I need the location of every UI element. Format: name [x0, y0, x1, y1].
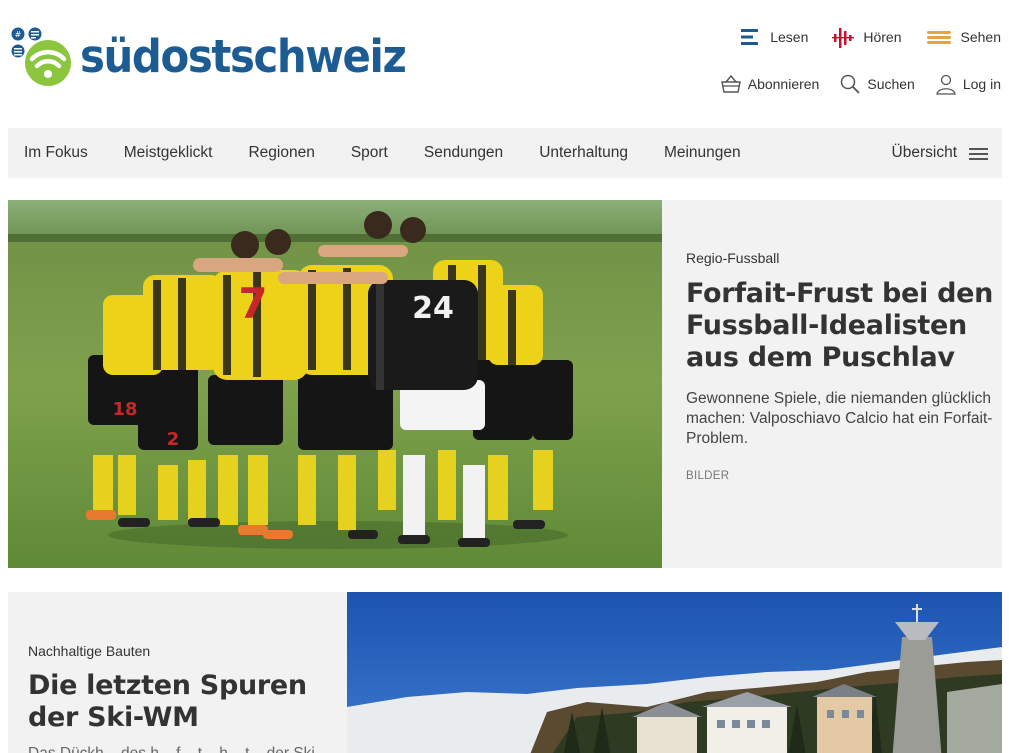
headline-line: Die letzten Spuren	[28, 670, 307, 701]
login-label: Log in	[962, 76, 1001, 92]
second-article-kicker: Nachhaltige Bauten	[28, 643, 151, 659]
lead-article-lead: Gewonnene Spiele, die niemanden glücklic…	[686, 390, 993, 448]
media-nav: Lesen Hören Sehen	[715, 22, 1001, 52]
nav-lesen[interactable]: Lesen	[739, 26, 808, 48]
nav-hoeren[interactable]: Hören	[832, 26, 902, 48]
nav-unterhaltung[interactable]: Unterhaltung	[523, 144, 628, 162]
nav-sehen[interactable]: Sehen	[926, 26, 1001, 48]
jersey-number-7: 7	[238, 279, 267, 328]
listen-icon	[832, 26, 855, 48]
article-photo-davos-landscape	[347, 592, 1002, 753]
nav-im-fokus[interactable]: Im Fokus	[8, 144, 88, 162]
jersey-number-18: 18	[112, 399, 137, 420]
lead-article-headline[interactable]: Forfait-Frust bei den Fussball-Idealiste…	[686, 278, 1006, 374]
lead-article-kicker: Regio-Fussball	[686, 250, 780, 266]
lead-article-tag: BILDER	[686, 470, 730, 482]
second-article-headline[interactable]: Die letzten Spuren der Ski-WM	[28, 670, 328, 734]
nav-sehen-label: Sehen	[960, 29, 1001, 45]
nav-lesen-label: Lesen	[770, 29, 809, 45]
jersey-number-24: 24	[412, 291, 454, 326]
headline-line: aus dem Puschlav	[686, 341, 955, 373]
utility-nav: Abonnieren Suchen Log in	[700, 70, 1001, 98]
hamburger-icon	[969, 147, 988, 160]
main-navigation: Im Fokus Meistgeklickt Regionen Sport Se…	[8, 128, 1002, 178]
logo-wordmark: südostschweiz	[80, 30, 407, 83]
nav-meistgeklickt[interactable]: Meistgeklickt	[108, 144, 213, 162]
jersey-number-2: 2	[167, 429, 180, 450]
article-photo-football-huddle: 24 18 2 7	[8, 200, 662, 568]
headline-line: Fussball-Idealisten	[686, 309, 967, 341]
nav-sport[interactable]: Sport	[335, 144, 388, 162]
overview-label: Übersicht	[891, 144, 957, 161]
basket-icon	[720, 73, 742, 95]
read-icon	[739, 26, 761, 48]
nav-hoeren-label: Hören	[863, 29, 902, 45]
nav-meinungen[interactable]: Meinungen	[648, 144, 741, 162]
site-logo[interactable]: # südostschweiz	[10, 26, 407, 90]
subscribe-label: Abonnieren	[747, 76, 820, 92]
subscribe-link[interactable]: Abonnieren	[720, 73, 820, 95]
svg-text:#: #	[15, 30, 22, 39]
headline-line: Forfait-Frust bei den	[686, 278, 994, 309]
search-link[interactable]: Suchen	[839, 73, 915, 95]
login-link[interactable]: Log in	[935, 73, 1001, 95]
search-icon	[839, 73, 861, 95]
second-article-lead: Das Dückh... des h... f... t... h... t..…	[28, 744, 328, 753]
watch-icon	[926, 26, 952, 48]
headline-line: der Ski-WM	[28, 701, 199, 733]
logo-wifi-icon: #	[10, 26, 76, 90]
user-icon	[935, 73, 957, 95]
overview-menu-button[interactable]: Übersicht	[892, 128, 988, 178]
search-label: Suchen	[867, 76, 915, 92]
site-header: # südostschweiz Lesen Hören Sehen Abonni…	[0, 0, 1009, 128]
nav-regionen[interactable]: Regionen	[232, 144, 314, 162]
second-article-teaser[interactable]: Nachhaltige Bauten Die letzten Spuren de…	[8, 592, 1002, 753]
nav-sendungen[interactable]: Sendungen	[408, 144, 503, 162]
lead-article-teaser[interactable]: 24 18 2 7 Regio-Fussball Forfait-Frust b…	[8, 200, 1002, 568]
